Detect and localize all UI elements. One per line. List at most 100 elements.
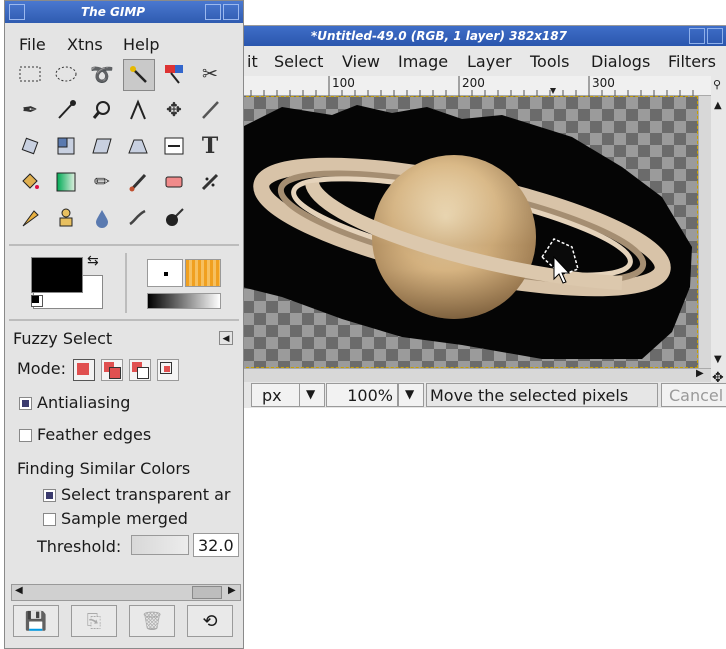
window-menu-button[interactable] [9, 4, 25, 20]
scroll-right-arrow-icon[interactable]: ▶ [228, 585, 236, 596]
pattern-preview[interactable] [185, 259, 221, 287]
zoom-icon[interactable]: ⚲ [713, 78, 721, 91]
measure-icon[interactable] [123, 95, 153, 125]
paths-icon[interactable]: ✒ [15, 95, 45, 125]
scissors-icon[interactable]: ✂ [195, 59, 225, 89]
cancel-button[interactable]: Cancel [661, 383, 726, 407]
toolbox-window: The GIMP File Xtns Help ➰ ✂ ✒ ✥ T ✏ ⇆ Fu… [4, 0, 244, 649]
divider [9, 244, 239, 246]
unit-select[interactable]: px [251, 383, 301, 407]
minimize-button[interactable] [689, 28, 705, 44]
menu-filters[interactable]: Filters [668, 52, 716, 71]
reset-options-button[interactable]: ⟲ [187, 605, 233, 637]
flip-icon[interactable] [159, 131, 189, 161]
foreground-color-swatch[interactable] [31, 257, 83, 293]
crop-knife-icon[interactable] [195, 95, 225, 125]
rect-select-icon[interactable] [15, 59, 45, 89]
scroll-up-arrow-icon[interactable]: ▲ [714, 100, 722, 111]
panel-menu-icon[interactable]: ◀ [219, 331, 233, 345]
menu-xtns[interactable]: Xtns [67, 35, 103, 54]
threshold-slider[interactable] [131, 535, 189, 555]
image-window-titlebar[interactable]: *Untitled-49.0 (RGB, 1 layer) 382x187 [241, 26, 726, 46]
mode-intersect-button[interactable] [157, 359, 179, 381]
clone-icon[interactable] [51, 203, 81, 233]
rotate-icon[interactable] [15, 131, 45, 161]
mode-replace-button[interactable] [73, 359, 95, 381]
threshold-label: Threshold: [37, 537, 122, 556]
menu-select[interactable]: Select [274, 52, 323, 71]
color-area: ⇆ [11, 253, 239, 315]
blend-icon[interactable] [51, 167, 81, 197]
mode-add-button[interactable] [101, 359, 123, 381]
scroll-down-arrow-icon[interactable]: ▼ [714, 354, 722, 365]
paintbrush-icon[interactable] [123, 167, 153, 197]
scrollbar-thumb[interactable] [192, 586, 222, 599]
delete-options-button[interactable]: 🗑 [129, 605, 175, 637]
zoom-icon[interactable] [87, 95, 117, 125]
scroll-right-arrow-icon[interactable]: ▶ [696, 368, 704, 379]
antialiasing-checkbox[interactable] [19, 397, 32, 410]
maximize-button[interactable] [707, 28, 723, 44]
color-select-icon[interactable] [159, 59, 189, 89]
toolbox-titlebar[interactable]: The GIMP [5, 1, 243, 23]
reset-icon: ⟲ [202, 610, 218, 632]
eraser-icon[interactable] [159, 167, 189, 197]
move-icon[interactable]: ✥ [159, 95, 189, 125]
gradient-preview[interactable] [147, 293, 221, 309]
scroll-left-arrow-icon[interactable]: ◀ [15, 585, 23, 596]
image-canvas[interactable] [241, 96, 698, 368]
image-menubar: it Select View Image Layer Tools Dialogs… [241, 46, 726, 76]
menu-view[interactable]: View [342, 52, 380, 71]
smudge-icon[interactable] [123, 203, 153, 233]
feather-edges-checkbox[interactable] [19, 429, 32, 442]
menu-dialogs[interactable]: Dialogs [591, 52, 650, 71]
image-window: *Untitled-49.0 (RGB, 1 layer) 382x187 it… [240, 25, 726, 408]
options-scrollbar[interactable]: ◀ ▶ [11, 584, 241, 601]
bucket-fill-icon[interactable] [15, 167, 45, 197]
antialiasing-label: Antialiasing [37, 393, 131, 412]
default-colors-icon[interactable] [31, 295, 43, 307]
airbrush-icon[interactable] [195, 167, 225, 197]
dodge-burn-icon[interactable] [159, 203, 189, 233]
tool-options-panel: Fuzzy Select ◀ Mode: Antialiasing Feathe… [7, 323, 241, 577]
pencil-icon[interactable]: ✏ [87, 167, 117, 197]
color-picker-icon[interactable] [51, 95, 81, 125]
sample-merged-checkbox[interactable] [43, 513, 56, 526]
text-icon[interactable]: T [195, 131, 225, 161]
menu-tools[interactable]: Tools [530, 52, 569, 71]
fuzzy-select-icon[interactable] [123, 59, 155, 91]
restore-options-button[interactable]: ⎘ [71, 605, 117, 637]
save-options-button[interactable]: 💾 [13, 605, 59, 637]
swap-colors-icon[interactable]: ⇆ [87, 253, 99, 269]
zoom-dropdown-button[interactable]: ▼ [398, 383, 424, 407]
blur-icon[interactable] [87, 203, 117, 233]
chevron-down-icon: ▼ [306, 387, 316, 401]
ink-icon[interactable] [15, 203, 45, 233]
close-button[interactable] [223, 4, 239, 20]
saturn-image [242, 105, 692, 359]
menu-file[interactable]: File [19, 35, 46, 54]
scale-icon[interactable] [51, 131, 81, 161]
menu-layer[interactable]: Layer [467, 52, 512, 71]
zoom-select[interactable]: 100% [326, 383, 398, 407]
select-transparent-checkbox[interactable] [43, 489, 56, 502]
trash-icon: 🗑 [140, 610, 164, 632]
threshold-input[interactable]: 32.0 [193, 533, 239, 557]
toolbox-menubar: File Xtns Help [5, 31, 243, 57]
shear-icon[interactable] [87, 131, 117, 161]
brush-preview[interactable] [147, 259, 183, 287]
unit-dropdown-button[interactable]: ▼ [299, 383, 325, 407]
minimize-button[interactable] [205, 4, 221, 20]
perspective-icon[interactable] [123, 131, 153, 161]
horizontal-scrollbar[interactable]: ▶ [241, 368, 711, 382]
menu-edit[interactable]: it [247, 52, 258, 71]
menu-image[interactable]: Image [398, 52, 448, 71]
vertical-scrollbar[interactable] [698, 96, 711, 368]
tool-options-title: Fuzzy Select [13, 329, 113, 348]
ruler-label-300: 300 [592, 76, 615, 90]
lasso-icon[interactable]: ➰ [87, 59, 117, 89]
mode-subtract-button[interactable] [129, 359, 151, 381]
floppy-disk-icon: 💾 [24, 610, 48, 632]
menu-help[interactable]: Help [123, 35, 159, 54]
ellipse-select-icon[interactable] [51, 59, 81, 89]
